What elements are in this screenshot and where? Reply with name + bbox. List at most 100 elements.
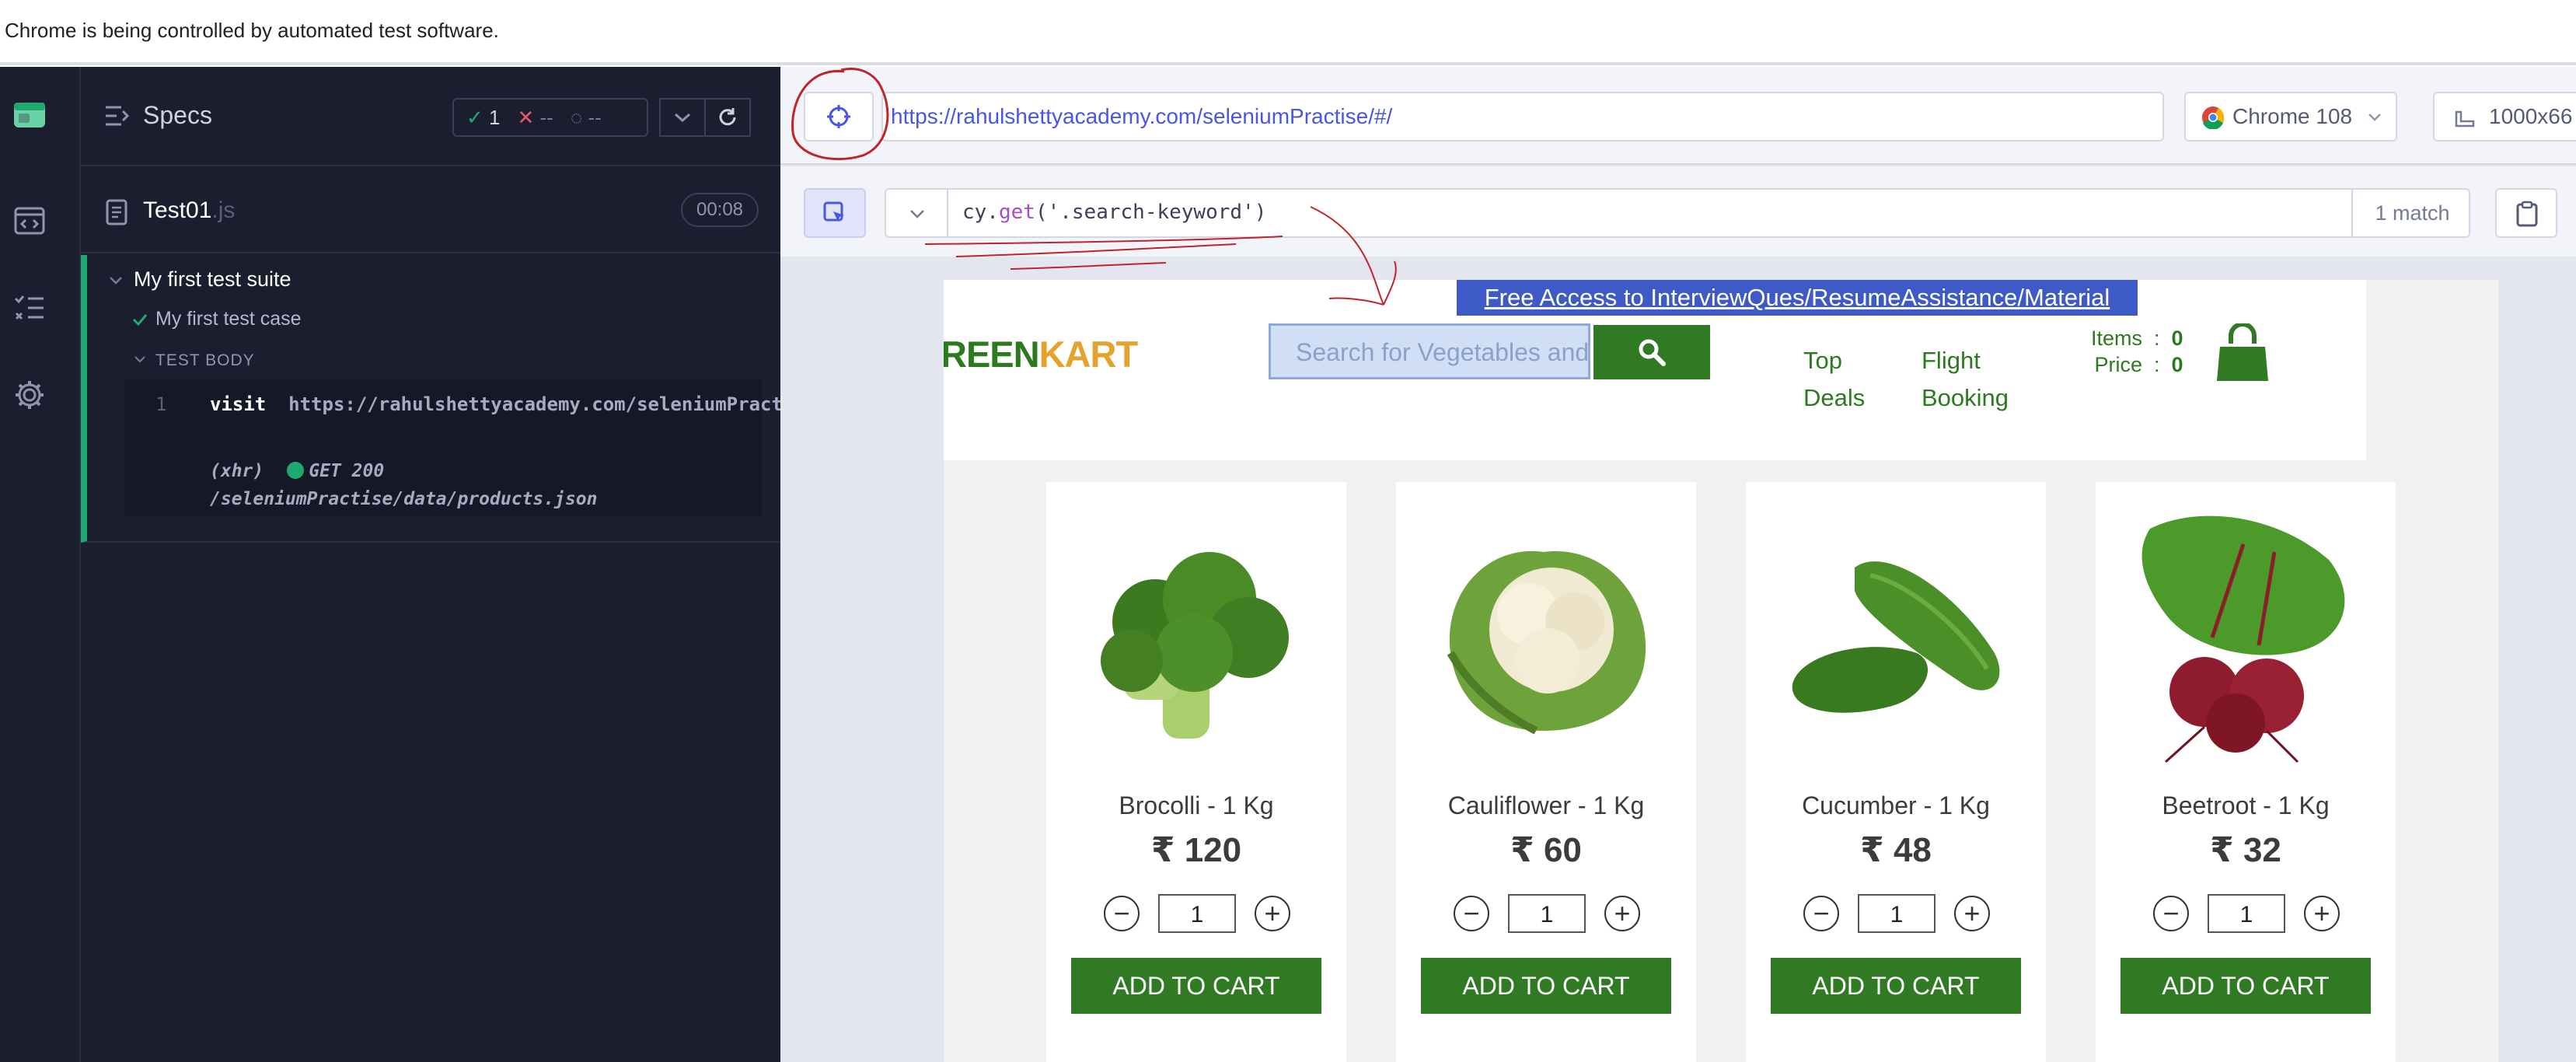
rerun-button[interactable] [704,98,751,137]
quantity-stepper: − 1 + [1104,894,1290,933]
copy-selector-button[interactable] [2495,188,2557,238]
refresh-icon [719,108,736,126]
clipboard-icon [2516,201,2538,227]
cypress-logo-icon[interactable] [12,98,47,132]
chevron-down-icon[interactable] [134,355,146,364]
spec-duration: 00:08 [681,193,759,227]
pending-count: ◌ -- [570,105,602,129]
chevron-down-icon [910,210,924,218]
spec-file-name[interactable]: Test01.js [143,197,235,224]
status-dot-icon [287,462,305,479]
product-card: Brocolli - 1 Kg ₹ 120 − 1 + ADD TO CART [1046,482,1346,1062]
greenkart-page: REENKART Search for Vegetables and Fruit… [944,280,2498,1062]
product-image [2119,498,2372,767]
product-image [1769,498,2023,767]
product-image [1419,498,1673,767]
chevron-down-icon [2368,114,2381,121]
search-icon [1639,339,1666,366]
quantity-input[interactable]: 1 [1158,894,1236,933]
product-name: Cucumber - 1 Kg [1802,791,1990,819]
product-card: Cauliflower - 1 Kg ₹ 60 − 1 + ADD TO CAR… [1396,482,1696,1062]
product-card: Cucumber - 1 Kg ₹ 48 − 1 + ADD TO CART [1746,482,2046,1062]
collapse-specs-icon[interactable] [104,104,131,128]
cypress-runner: Specs ✓ 1 ✕ -- ◌ -- Test01.js 00:08 My f… [0,67,2576,1062]
product-price: ₹ 48 [1860,831,1932,869]
file-icon [106,199,127,225]
chevron-down-icon[interactable] [109,275,123,286]
quantity-input[interactable]: 1 [2208,894,2285,933]
specs-list-icon[interactable] [12,204,47,238]
test-suite: My first test suite My first test case T… [81,255,850,543]
add-to-cart-button[interactable]: ADD TO CART [1071,958,1321,1014]
search-button[interactable] [1593,325,1710,379]
reporter-panel: Specs ✓ 1 ✕ -- ◌ -- Test01.js 00:08 My f… [81,67,850,1062]
match-count: 1 match [2351,190,2472,236]
cart-bag-icon[interactable] [2215,322,2270,388]
quantity-stepper: − 1 + [2153,894,2340,933]
quantity-input[interactable]: 1 [1508,894,1586,933]
quantity-input[interactable]: 1 [1858,894,1935,933]
add-to-cart-button[interactable]: ADD TO CART [2120,958,2371,1014]
test-body-label: TEST BODY [155,351,255,369]
runs-icon[interactable] [12,291,47,325]
aut-url[interactable]: https://rahulshettyacademy.com/seleniumP… [881,92,2164,141]
infobar-message: Chrome is being controlled by automated … [5,19,499,42]
decrement-button[interactable]: − [1803,896,1839,931]
product-price: ₹ 60 [1510,831,1582,869]
test-stats: ✓ 1 ✕ -- ◌ -- [452,98,648,137]
automation-infobar: Chrome is being controlled by automated … [0,0,2576,65]
command-visit[interactable]: visit https://rahulshettyacademy.com/sel… [210,390,850,418]
selector-text[interactable]: cy.get('.search-keyword') [962,201,1266,224]
greenkart-logo: REENKART [944,334,1138,375]
command-xhr[interactable]: (xhr) GET 200 /seleniumPractise/data/prod… [210,457,754,513]
nav-top-deals[interactable]: Top Deals [1803,342,1865,417]
browser-selector[interactable]: Chrome 108 [2184,92,2397,141]
decrement-button[interactable]: − [1104,896,1140,931]
check-icon [132,314,148,327]
increment-button[interactable]: + [1954,896,1990,931]
product-price: ₹ 32 [2210,831,2281,869]
aut-header: https://rahulshettyacademy.com/seleniumP… [780,67,2576,165]
selector-input[interactable]: cy.get('.search-keyword') 1 match [885,188,2470,238]
increment-button[interactable]: + [1255,896,1290,931]
chevron-down-icon [675,113,690,123]
command-line-number: 1 [155,393,167,415]
reporter-header: Specs ✓ 1 ✕ -- ◌ -- [81,67,780,166]
app-under-test-panel: https://rahulshettyacademy.com/seleniumP… [780,67,2576,1062]
suite-title[interactable]: My first test suite [134,267,291,292]
nav-flight-booking[interactable]: Flight Booking [1922,342,2009,417]
viewport-size[interactable]: 1000x66 [2433,92,2576,141]
product-card: Beetroot - 1 Kg ₹ 32 − 1 + ADD TO CART [2096,482,2396,1062]
decrement-button[interactable]: − [2153,896,2189,931]
decrement-button[interactable]: − [1454,896,1489,931]
failed-count: ✕ -- [517,105,553,129]
selector-method-dropdown[interactable] [886,190,948,236]
options-dropdown-button[interactable] [659,98,706,137]
gear-icon[interactable] [12,378,47,412]
increment-button[interactable]: + [1604,896,1640,931]
cursor-select-icon [823,201,844,222]
product-name: Brocolli - 1 Kg [1119,791,1274,819]
spec-file-row: Test01.js 00:08 [81,168,780,253]
browser-name: Chrome 108 [2232,104,2353,128]
crosshair-icon [827,105,850,128]
increment-button[interactable]: + [2304,896,2340,931]
chrome-icon [2202,107,2225,129]
product-image [1070,498,1323,767]
cart-summary: Items : 0 Price : 0 [2091,327,2183,376]
add-to-cart-button[interactable]: ADD TO CART [1771,958,2021,1014]
product-name: Cauliflower - 1 Kg [1447,791,1645,819]
ruler-icon [2455,110,2475,128]
search-input[interactable]: Search for Vegetables and Fruits [1269,323,1590,379]
element-picker-button[interactable] [804,188,866,238]
test-case-title[interactable]: My first test case [155,308,302,330]
product-name: Beetroot - 1 Kg [2162,791,2330,819]
add-to-cart-button[interactable]: ADD TO CART [1421,958,1671,1014]
promo-banner-link[interactable]: Free Access to InterviewQues/ResumeAssis… [1457,280,2138,316]
command-log: 1 visit https://rahulshettyacademy.com/s… [124,379,850,516]
quantity-stepper: − 1 + [1803,894,1990,933]
quantity-stepper: − 1 + [1454,894,1640,933]
selector-playground-button[interactable] [804,92,874,141]
sidebar-rail [0,67,81,1062]
passed-count: ✓ 1 [466,105,501,129]
